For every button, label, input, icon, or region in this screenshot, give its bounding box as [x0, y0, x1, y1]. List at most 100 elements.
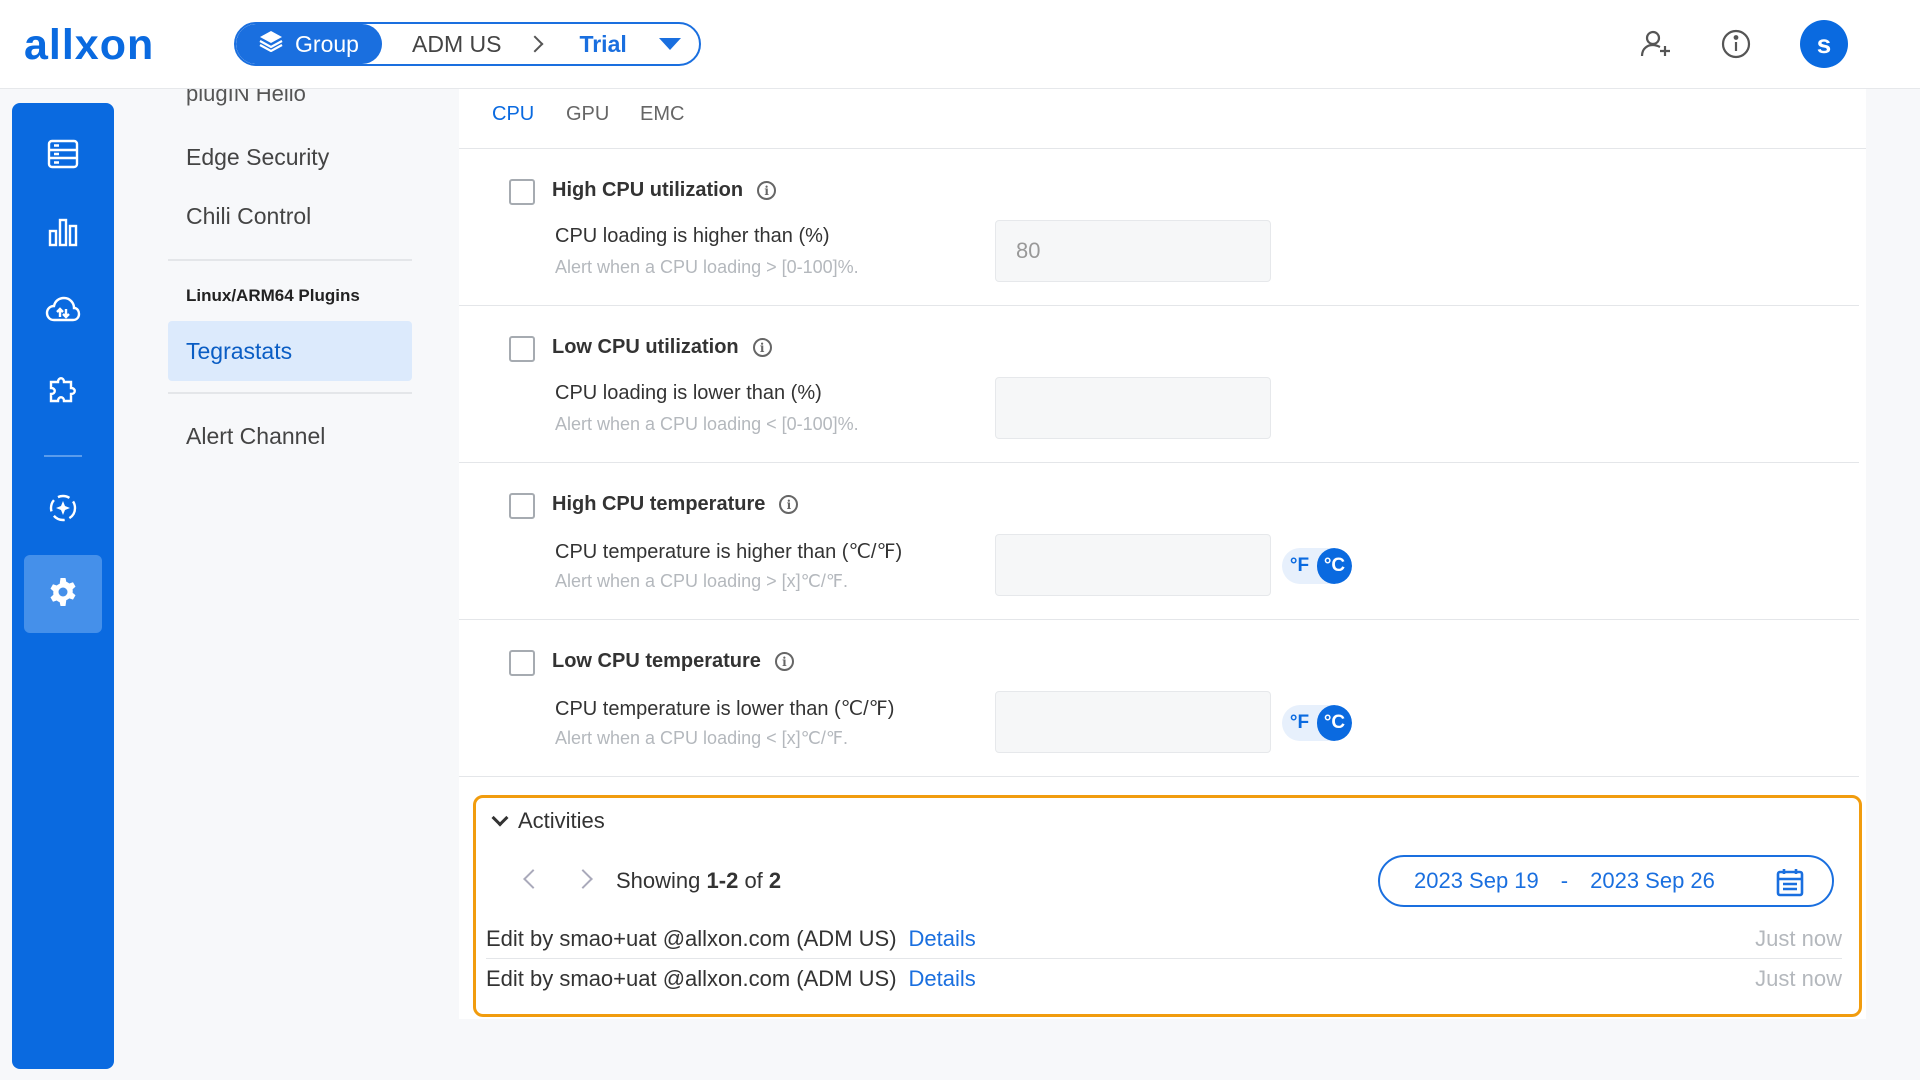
tab-gpu[interactable]: GPU [566, 103, 609, 126]
rule-low-cpu-utilization: Low CPU utilization i CPU loading is low… [459, 306, 1859, 463]
date-to: 2023 Sep 26 [1590, 868, 1715, 893]
rule-high-cpu-utilization: High CPU utilization i CPU loading is hi… [459, 149, 1859, 306]
info-icon[interactable]: i [774, 652, 794, 671]
rail-plugins[interactable] [24, 351, 102, 429]
activity-time: Just now [1755, 966, 1842, 991]
date-separator: - [1560, 868, 1569, 893]
activities-title: Activities [518, 808, 605, 833]
menu-item-edge-security[interactable]: Edge Security [168, 127, 412, 187]
activities-toggle[interactable]: Activities [491, 808, 605, 834]
activity-text: Edit by smao+uat @allxon.com (ADM US) [486, 966, 897, 991]
rule-hint: Alert when a CPU loading > [x]℃/℉. [555, 571, 848, 591]
menu-section-title: Linux/ARM64 Plugins [186, 286, 360, 305]
rule-checkbox[interactable] [509, 336, 535, 362]
rule-label: CPU temperature is lower than (℃/℉) [555, 698, 895, 720]
chart-icon [47, 217, 79, 252]
rail-devices[interactable] [24, 117, 102, 195]
rail-cloud[interactable] [24, 273, 102, 351]
menu-item-cut[interactable]: plugIN Hello [186, 89, 306, 107]
info-icon[interactable]: i [752, 338, 772, 357]
tab-cpu[interactable]: CPU [492, 103, 534, 126]
tab-bar: CPU GPU EMC [459, 89, 1866, 149]
cloud-icon [45, 296, 81, 329]
showing-prefix: Showing [616, 868, 701, 893]
activity-row: Edit by smao+uat @allxon.com (ADM US) De… [486, 919, 1842, 959]
rule-title-text: High CPU utilization [552, 179, 744, 201]
chevron-down-icon [491, 809, 509, 827]
left-rail [12, 103, 114, 1069]
rule-hint: Alert when a CPU loading < [x]℃/℉. [555, 728, 848, 748]
breadcrumb: Group ADM US Trial [234, 22, 701, 66]
add-user-icon[interactable] [1638, 26, 1674, 62]
breadcrumb-org[interactable]: ADM US [412, 31, 501, 58]
devices-icon [47, 139, 79, 174]
activity-row: Edit by smao+uat @allxon.com (ADM US) De… [486, 959, 1842, 999]
rule-checkbox[interactable] [509, 650, 535, 676]
rule-low-cpu-temperature: Low CPU temperature i CPU temperature is… [459, 620, 1859, 777]
allxon-logo[interactable]: allxon [24, 24, 154, 67]
activity-details-link[interactable]: Details [909, 966, 976, 992]
rule-title: High CPU utilization i [552, 179, 777, 202]
breadcrumb-current[interactable]: Trial [579, 31, 626, 58]
activity-text: Edit by smao+uat @allxon.com (ADM US) [486, 925, 897, 951]
plugin-icon [47, 372, 79, 409]
rule-label: CPU temperature is higher than (℃/℉) [555, 541, 903, 563]
menu-divider [168, 392, 412, 394]
activity-details-link[interactable]: Details [909, 926, 976, 952]
top-bar: allxon Group ADM US Trial s [0, 0, 1920, 89]
rail-analytics[interactable] [24, 195, 102, 273]
rule-checkbox[interactable] [509, 493, 535, 519]
unit-toggle: °F °C [1282, 705, 1352, 741]
rule-hint: Alert when a CPU loading < [0-100]%. [555, 414, 859, 434]
menu-item-chili-control[interactable]: Chili Control [168, 186, 412, 246]
chevron-right-icon [526, 35, 544, 53]
unit-fahrenheit[interactable]: °F [1282, 705, 1317, 741]
unit-toggle: °F °C [1282, 548, 1352, 584]
menu-item-alert-channel[interactable]: Alert Channel [168, 406, 412, 466]
rail-ota[interactable] [24, 471, 102, 549]
unit-fahrenheit[interactable]: °F [1282, 548, 1317, 584]
rule-title: Low CPU utilization i [552, 336, 772, 359]
rule-label: CPU loading is lower than (%) [555, 382, 822, 404]
date-from: 2023 Sep 19 [1414, 868, 1539, 893]
rail-settings[interactable] [24, 555, 102, 633]
rule-label: CPU loading is higher than (%) [555, 225, 830, 247]
caret-down-icon[interactable] [658, 38, 681, 50]
pagination-summary: Showing 1-2 of 2 [616, 868, 781, 894]
date-range-picker[interactable]: 2023 Sep 19 - 2023 Sep 26 [1378, 855, 1834, 907]
calendar-icon[interactable] [1776, 867, 1804, 903]
info-icon[interactable]: i [757, 181, 777, 200]
threshold-input[interactable] [995, 534, 1271, 596]
settings-icon [47, 576, 79, 613]
tab-emc[interactable]: EMC [640, 103, 684, 126]
rule-title-text: Low CPU utilization [552, 336, 739, 358]
pager-prev-icon[interactable] [523, 869, 543, 889]
unit-celsius[interactable]: °C [1317, 548, 1352, 584]
rule-title: Low CPU temperature i [552, 650, 794, 673]
group-button[interactable]: Group [236, 24, 382, 64]
group-label: Group [295, 30, 359, 57]
rail-divider [44, 455, 82, 457]
activities-panel: Activities Showing 1-2 of 2 2023 Sep 19 … [473, 795, 1862, 1017]
info-icon[interactable]: i [779, 495, 799, 514]
rule-title-text: Low CPU temperature [552, 650, 761, 672]
menu-item-tegrastats[interactable]: Tegrastats [168, 321, 412, 381]
showing-total: 2 [768, 868, 782, 893]
rule-title-text: High CPU temperature [552, 493, 766, 515]
info-icon[interactable] [1718, 26, 1754, 62]
layers-icon [259, 30, 283, 58]
menu-divider [168, 259, 412, 261]
rule-hint: Alert when a CPU loading > [0-100]%. [555, 257, 859, 277]
avatar[interactable]: s [1800, 20, 1848, 68]
threshold-input[interactable] [995, 691, 1271, 753]
ota-icon [47, 492, 79, 529]
showing-of: of [744, 868, 763, 893]
activity-time: Just now [1755, 925, 1842, 951]
rule-checkbox[interactable] [509, 179, 535, 205]
pager-next-icon[interactable] [573, 869, 593, 889]
threshold-input[interactable]: 80 [995, 220, 1271, 282]
threshold-input[interactable] [995, 377, 1271, 439]
rule-title: High CPU temperature i [552, 493, 799, 516]
rule-high-cpu-temperature: High CPU temperature i CPU temperature i… [459, 463, 1859, 620]
unit-celsius[interactable]: °C [1317, 705, 1352, 741]
